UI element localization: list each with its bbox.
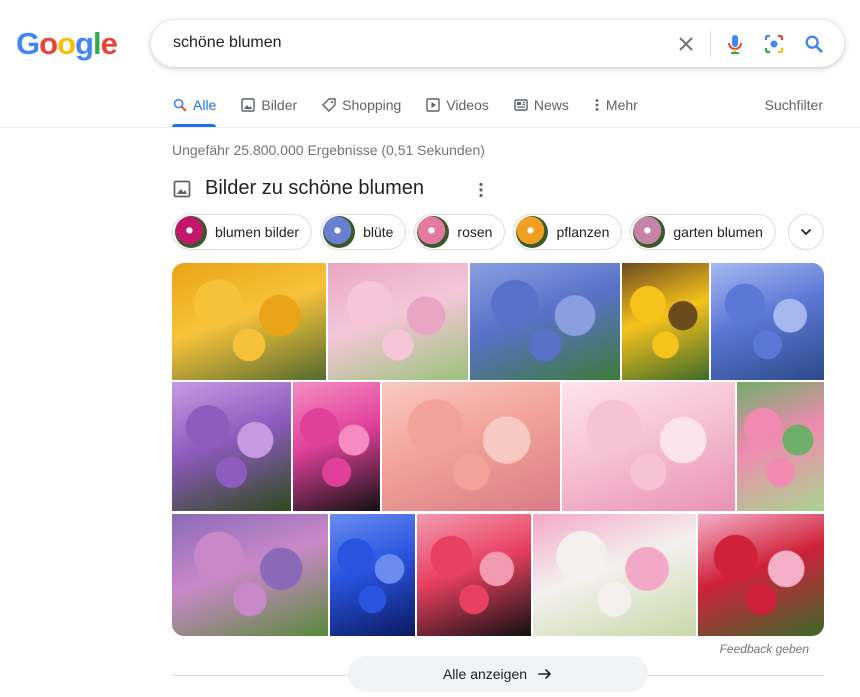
image-icon — [173, 180, 191, 197]
tab-label: News — [533, 97, 569, 113]
chip-label: pflanzen — [556, 224, 610, 240]
tab-bilder[interactable]: Bilder — [240, 96, 297, 114]
tabs-divider — [0, 127, 860, 128]
google-logo[interactable]: Google — [16, 26, 118, 62]
arrow-right-icon — [538, 669, 551, 679]
images-section-title[interactable]: Bilder zu schöne blumen — [205, 177, 424, 200]
more-options-icon[interactable] — [474, 180, 488, 205]
tab-label: Alle — [193, 97, 217, 113]
search-icon[interactable] — [802, 32, 826, 56]
chip-garten-blumen[interactable]: garten blumen — [630, 214, 776, 250]
tab-videos[interactable]: Videos — [425, 96, 489, 114]
chip-blumen-bilder[interactable]: blumen bilder — [172, 214, 313, 250]
feedback-link[interactable]: Feedback geben — [720, 642, 809, 656]
tab-label: Videos — [446, 97, 489, 113]
chip-thumbnail — [323, 216, 356, 248]
clear-icon[interactable] — [674, 32, 698, 56]
tab-news[interactable]: News — [513, 96, 569, 114]
show-all-button[interactable]: Alle anzeigen — [348, 656, 648, 692]
image-result-9[interactable] — [562, 382, 735, 511]
camera-lens-icon[interactable] — [762, 32, 786, 56]
image-result-4[interactable] — [622, 263, 709, 380]
chip-thumbnail — [175, 216, 207, 248]
chip-thumbnail — [633, 216, 666, 248]
search-tabs: Alle Bilder Shopping Videos News Mehr — [172, 96, 662, 128]
image-result-12[interactable] — [330, 514, 415, 636]
suchfilter-button[interactable]: Suchfilter — [765, 97, 823, 113]
more-vert-icon — [595, 99, 599, 111]
tab-label: Bilder — [261, 97, 298, 113]
tab-shopping[interactable]: Shopping — [321, 96, 401, 114]
tab-label: Shopping — [342, 97, 402, 113]
chip-label: rosen — [457, 224, 493, 240]
result-stats: Ungefähr 25.800.000 Ergebnisse (0,51 Sek… — [172, 142, 485, 158]
chip-thumbnail — [417, 216, 450, 248]
logo-letter: o — [57, 26, 76, 61]
chip-blüte[interactable]: blüte — [320, 214, 407, 250]
tab-alle[interactable]: Alle — [172, 96, 216, 114]
search-box[interactable]: schöne blumen — [151, 20, 844, 67]
logo-letter: l — [92, 26, 102, 61]
logo-letter: e — [100, 26, 118, 61]
news-icon — [514, 99, 528, 111]
image-result-3[interactable] — [470, 263, 620, 380]
microphone-icon[interactable] — [723, 32, 747, 56]
tag-icon — [322, 98, 336, 112]
logo-letter: g — [75, 26, 94, 61]
search-icon — [173, 98, 187, 112]
play-icon — [426, 98, 441, 112]
image-result-13[interactable] — [417, 514, 531, 636]
logo-letter: G — [16, 26, 40, 61]
tab-mehr[interactable]: Mehr — [593, 96, 638, 114]
chevron-down-icon[interactable] — [788, 214, 824, 250]
image-result-6[interactable] — [172, 382, 291, 511]
image-result-14[interactable] — [533, 514, 696, 636]
images-section-header: Bilder zu schöne blumen — [172, 177, 424, 200]
image-icon — [241, 98, 256, 112]
chip-pflanzen[interactable]: pflanzen — [513, 214, 623, 250]
tab-label: Mehr — [605, 97, 638, 113]
related-search-chips: blumen bilder blüte rosen pflanzen garten bl… — [172, 214, 784, 250]
chip-label: blüte — [363, 224, 394, 240]
image-result-11[interactable] — [172, 514, 328, 636]
show-all-label: Alle anzeigen — [442, 666, 528, 682]
image-result-15[interactable] — [698, 514, 824, 636]
image-result-7[interactable] — [293, 382, 380, 511]
image-result-10[interactable] — [737, 382, 824, 511]
image-result-8[interactable] — [382, 382, 560, 511]
logo-letter: o — [39, 26, 58, 61]
chip-thumbnail — [516, 216, 549, 248]
chip-label: garten blumen — [673, 224, 763, 240]
image-result-1[interactable] — [172, 263, 326, 380]
chip-label: blumen bilder — [215, 224, 300, 240]
image-result-5[interactable] — [711, 263, 824, 380]
image-results-grid — [172, 263, 824, 636]
search-input[interactable]: schöne blumen — [173, 34, 282, 52]
chip-rosen[interactable]: rosen — [414, 214, 506, 250]
search-divider — [710, 31, 711, 57]
image-result-2[interactable] — [328, 263, 468, 380]
